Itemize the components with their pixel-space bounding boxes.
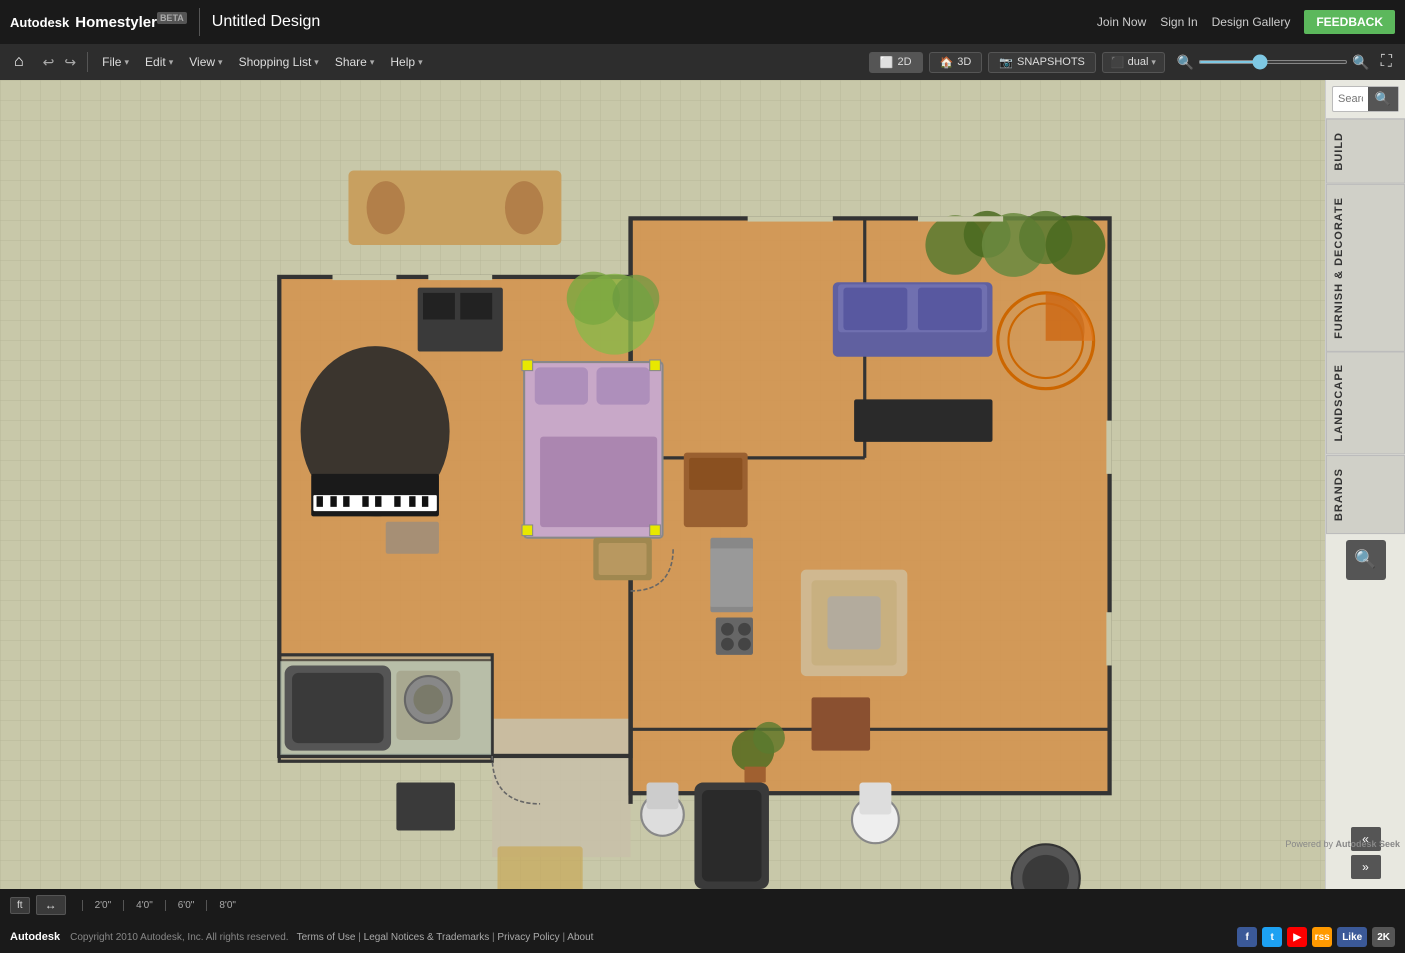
footer: Autodesk Copyright 2010 Autodesk, Inc. A…: [0, 921, 1405, 953]
sign-in-link[interactable]: Sign In: [1160, 15, 1197, 29]
zoom-out-icon[interactable]: 🔍: [1177, 54, 1194, 71]
scale-mark-2: 2'0": [82, 900, 124, 911]
bottombar: ft ↔ 2'0" 4'0" 6'0" 8'0": [0, 889, 1405, 921]
sidebar-search-button[interactable]: 🔍: [1346, 540, 1386, 580]
legal-link[interactable]: Legal Notices & Trademarks: [364, 932, 490, 943]
view-controls: ⬜ 2D 🏠 3D 📷 SNAPSHOTS ⬛ dual ▾ 🔍 🔍 ⛶: [869, 51, 1397, 73]
right-sidebar: 🔍 BUILD FURNISH & DECORATE LANDSCAPE BRA…: [1325, 80, 1405, 889]
dual-icon: ⬛: [1111, 56, 1125, 69]
file-menu[interactable]: File▾: [94, 51, 137, 73]
sidebar-tab-brands[interactable]: BRANDS: [1326, 455, 1405, 534]
main-area: 🔍 BUILD FURNISH & DECORATE LANDSCAPE BRA…: [0, 80, 1405, 889]
shopping-list-menu[interactable]: Shopping List▾: [231, 51, 327, 73]
zoom-slider[interactable]: [1198, 60, 1348, 64]
edit-menu[interactable]: Edit▾: [137, 51, 181, 73]
view-menu[interactable]: View▾: [181, 51, 230, 73]
zoom-in-icon[interactable]: 🔍: [1352, 54, 1369, 71]
topbar: Autodesk HomestylerBETA Untitled Design …: [0, 0, 1405, 44]
menu-separator: [87, 52, 88, 72]
3d-icon: 🏠: [940, 56, 954, 69]
like-icon[interactable]: Like: [1337, 927, 1367, 947]
collapse-down-button[interactable]: »: [1351, 855, 1381, 879]
expand-button[interactable]: ⛶: [1376, 51, 1397, 73]
join-now-link[interactable]: Join Now: [1097, 15, 1146, 29]
terms-link[interactable]: Terms of Use: [297, 932, 356, 943]
title-divider: [199, 8, 200, 36]
footer-copyright: Copyright 2010 Autodesk, Inc. All rights…: [70, 932, 288, 943]
footer-autodesk-logo: Autodesk: [10, 931, 60, 943]
logo-area: Autodesk HomestylerBETA: [10, 13, 187, 31]
sidebar-tab-build[interactable]: BUILD: [1326, 119, 1405, 184]
canvas-area[interactable]: [0, 80, 1325, 889]
scale-mark-4: 4'0": [123, 900, 165, 911]
menubar: ⌂ ↩ ↪ File▾ Edit▾ View▾ Shopping List▾ S…: [0, 44, 1405, 80]
unit-button[interactable]: ft: [10, 897, 30, 914]
help-menu[interactable]: Help▾: [382, 51, 430, 73]
3d-view-button[interactable]: 🏠 3D: [929, 52, 983, 73]
sidebar-tab-furnish[interactable]: FURNISH & DECORATE: [1326, 184, 1405, 352]
youtube-icon[interactable]: ▶: [1287, 927, 1307, 947]
autodesk-seek-label: Autodesk Seek: [1335, 839, 1400, 849]
zoom-bar: 🔍 🔍: [1177, 54, 1370, 71]
scale-mark-6: 6'0": [165, 900, 207, 911]
2d-view-button[interactable]: ⬜ 2D: [869, 52, 923, 73]
share-menu[interactable]: Share▾: [327, 51, 383, 73]
footer-links: Terms of Use | Legal Notices & Trademark…: [297, 932, 594, 943]
search-submit-button[interactable]: 🔍: [1368, 87, 1398, 111]
sidebar-tab-landscape[interactable]: LANDSCAPE: [1326, 351, 1405, 454]
home-icon[interactable]: ⌂: [8, 49, 30, 75]
homestyler-logo: HomestylerBETA: [75, 13, 187, 31]
autodesk-logo: Autodesk: [10, 15, 69, 30]
dual-button[interactable]: ⬛ dual ▾: [1102, 52, 1165, 73]
collapse-arrows: « »: [1351, 827, 1381, 889]
design-title: Untitled Design: [212, 13, 321, 31]
undo-button[interactable]: ↩: [38, 50, 60, 75]
facebook-icon[interactable]: f: [1237, 927, 1257, 947]
powered-by-label: Powered by: [1285, 839, 1333, 849]
privacy-link[interactable]: Privacy Policy: [497, 932, 559, 943]
twitter-icon[interactable]: t: [1262, 927, 1282, 947]
topbar-right: Join Now Sign In Design Gallery FEEDBACK: [1097, 10, 1395, 34]
scale-mark-8: 8'0": [206, 900, 248, 911]
beta-badge: BETA: [157, 12, 187, 24]
about-link[interactable]: About: [567, 932, 593, 943]
camera-icon: 📷: [999, 56, 1013, 69]
like-count: 2K: [1372, 927, 1395, 947]
scale-marks: 2'0" 4'0" 6'0" 8'0": [82, 900, 248, 911]
like-label: Like: [1342, 932, 1362, 943]
measure-button[interactable]: ↔: [36, 895, 66, 915]
footer-social: f t ▶ rss Like 2K: [1237, 927, 1395, 947]
search-input[interactable]: [1333, 89, 1368, 109]
design-gallery-link[interactable]: Design Gallery: [1212, 15, 1291, 29]
floorplan: [0, 80, 1325, 889]
redo-button[interactable]: ↪: [59, 50, 81, 75]
feedback-button[interactable]: FEEDBACK: [1304, 10, 1395, 34]
snapshots-button[interactable]: 📷 SNAPSHOTS: [988, 52, 1096, 73]
2d-icon: ⬜: [880, 56, 894, 69]
rss-icon[interactable]: rss: [1312, 927, 1332, 947]
